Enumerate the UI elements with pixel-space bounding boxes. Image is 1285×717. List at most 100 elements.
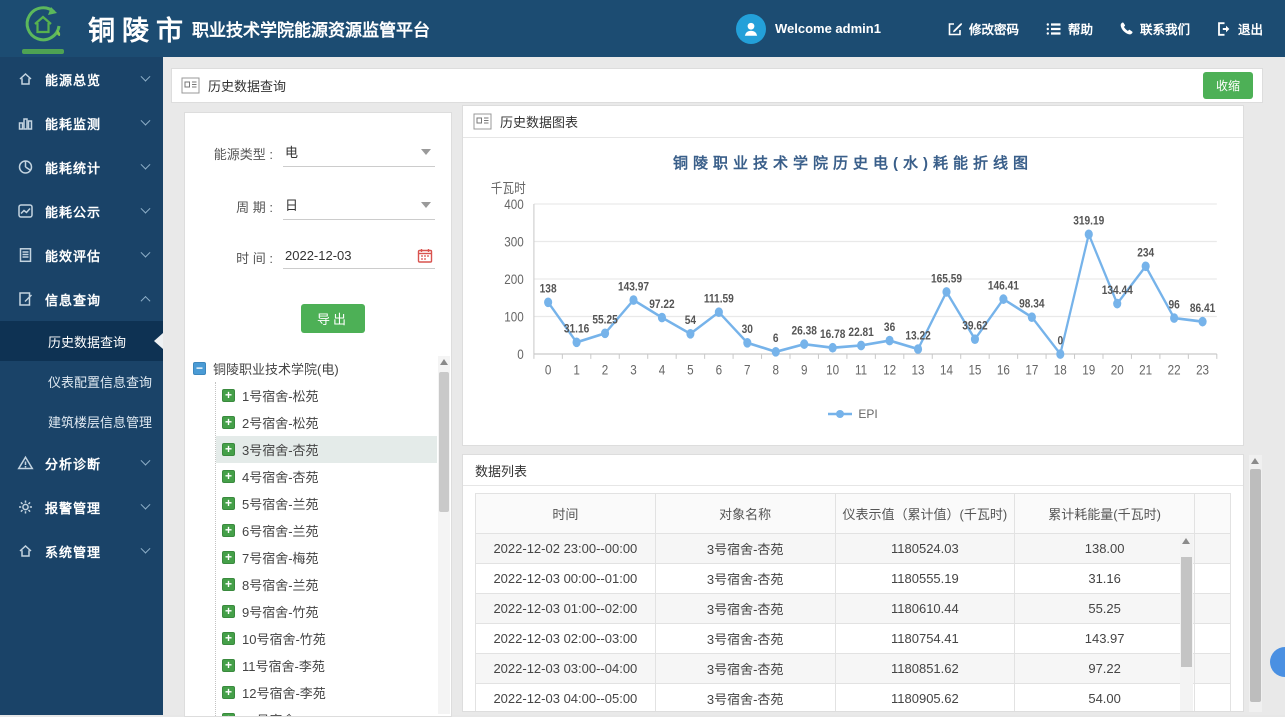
panel-scrollbar[interactable] — [1249, 455, 1262, 712]
table-row[interactable]: 2022-12-03 03:00--04:003号宿舍-杏苑1180851.62… — [476, 654, 1231, 684]
tree-node[interactable]: + 3号宿舍-杏苑 — [216, 436, 437, 463]
export-button[interactable]: 导出 — [301, 304, 365, 333]
expand-node-icon[interactable]: + — [222, 659, 235, 672]
table-cell: 1180524.03 — [835, 534, 1015, 564]
svg-text:98.34: 98.34 — [1019, 298, 1045, 311]
top-action-0[interactable]: 修改密码 — [947, 19, 1019, 38]
expand-node-icon[interactable]: + — [222, 578, 235, 591]
sidebar-subitem[interactable]: 历史数据查询 — [0, 321, 163, 361]
calendar-icon[interactable] — [417, 248, 433, 263]
expand-node-icon[interactable]: + — [222, 389, 235, 402]
expand-node-icon[interactable]: + — [222, 605, 235, 618]
chart-legend[interactable]: EPI — [477, 407, 1229, 421]
column-header[interactable]: 对象名称 — [655, 494, 835, 534]
svg-text:138: 138 — [540, 283, 557, 296]
building-tree: − 铜陵职业技术学院(电) + 1号宿舍-松苑+ 2号宿舍-松苑+ 3号宿舍-杏… — [193, 355, 437, 716]
tree-root-label: 铜陵职业技术学院(电) — [213, 359, 339, 378]
svg-text:8: 8 — [773, 362, 779, 378]
column-header[interactable]: 累计耗能量(千瓦时) — [1015, 494, 1195, 534]
tree-node[interactable]: + 8号宿舍-兰苑 — [216, 571, 437, 598]
sidebar-item-0[interactable]: 能源总览 — [0, 57, 163, 101]
panel-scroll-thumb[interactable] — [1250, 469, 1261, 702]
table-scrollbar[interactable] — [1180, 535, 1193, 712]
sidebar-subitem[interactable]: 仪表配置信息查询 — [0, 361, 163, 401]
scroll-up-icon[interactable] — [1251, 458, 1259, 464]
tree-node[interactable]: + 5号宿舍-兰苑 — [216, 490, 437, 517]
sidebar-item-8[interactable]: 系统管理 — [0, 529, 163, 573]
tree-node[interactable]: + 11号宿舍-李苑 — [216, 652, 437, 679]
expand-node-icon[interactable]: + — [222, 443, 235, 456]
collapse-button[interactable]: 收缩 — [1203, 72, 1253, 99]
top-action-2[interactable]: 联系我们 — [1119, 19, 1190, 38]
form-row-1: 周 期 : 日 — [201, 192, 435, 220]
sidebar-item-6[interactable]: 分析诊断 — [0, 441, 163, 485]
tree-scroll-thumb[interactable] — [439, 372, 449, 512]
scroll-up-icon[interactable] — [1182, 538, 1190, 544]
table-cell-empty — [1195, 624, 1231, 654]
table-cell: 3号宿舍-杏苑 — [655, 594, 835, 624]
expand-node-icon[interactable]: + — [222, 416, 235, 429]
tree-node[interactable]: + 10号宿舍-竹苑 — [216, 625, 437, 652]
expand-node-icon[interactable]: + — [222, 524, 235, 537]
expand-node-icon[interactable]: + — [222, 686, 235, 699]
user-avatar[interactable] — [736, 14, 766, 44]
sidebar-item-7[interactable]: 报警管理 — [0, 485, 163, 529]
sidebar-item-1[interactable]: 能耗监测 — [0, 101, 163, 145]
tree-node-label: 8号宿舍-兰苑 — [242, 575, 319, 594]
table-row[interactable]: 2022-12-03 02:00--03:003号宿舍-杏苑1180754.41… — [476, 624, 1231, 654]
chevron-down-icon — [141, 543, 151, 553]
table-cell-empty — [1195, 564, 1231, 594]
table-cell: 97.22 — [1015, 654, 1195, 684]
sidebar-item-2[interactable]: 能耗统计 — [0, 145, 163, 189]
select-field[interactable]: 日 — [283, 192, 435, 220]
expand-node-icon[interactable]: + — [222, 497, 235, 510]
tree-scrollbar[interactable] — [438, 356, 450, 714]
tree-node[interactable]: + 12号宿舍-李苑 — [216, 679, 437, 706]
sidebar-item-4[interactable]: 能效评估 — [0, 233, 163, 277]
top-action-3[interactable]: 退出 — [1216, 19, 1263, 38]
date-field[interactable]: 2022-12-03 — [283, 245, 435, 269]
expand-node-icon[interactable]: + — [222, 470, 235, 483]
table-cell: 2022-12-03 04:00--05:00 — [476, 684, 656, 713]
page-panel-header: 历史数据查询 收缩 — [171, 68, 1263, 103]
table-row[interactable]: 2022-12-03 00:00--01:003号宿舍-杏苑1180555.19… — [476, 564, 1231, 594]
tree-node[interactable]: + 7号宿舍-梅苑 — [216, 544, 437, 571]
svg-text:15: 15 — [968, 362, 981, 378]
dropdown-arrow-icon — [421, 149, 431, 155]
chevron-up-icon — [141, 295, 151, 305]
sidebar-item-5[interactable]: 信息查询 — [0, 277, 163, 321]
svg-text:7: 7 — [744, 362, 750, 378]
collapse-node-icon[interactable]: − — [193, 362, 206, 375]
table-row[interactable]: 2022-12-03 01:00--02:003号宿舍-杏苑1180610.44… — [476, 594, 1231, 624]
sidebar-item-3[interactable]: 能耗公示 — [0, 189, 163, 233]
tree-node-label: 1号宿舍-松苑 — [242, 386, 319, 405]
table-row[interactable]: 2022-12-03 04:00--05:003号宿舍-杏苑1180905.62… — [476, 684, 1231, 713]
tree-node[interactable]: + 1号宿舍-松苑 — [216, 382, 437, 409]
column-header[interactable]: 时间 — [476, 494, 656, 534]
tree-root[interactable]: − 铜陵职业技术学院(电) — [193, 355, 437, 382]
tree-node[interactable]: + 4号宿舍-杏苑 — [216, 463, 437, 490]
svg-text:319.19: 319.19 — [1073, 215, 1104, 228]
scroll-up-icon[interactable] — [440, 359, 448, 365]
sidebar-subitem[interactable]: 建筑楼层信息管理 — [0, 401, 163, 441]
expand-node-icon[interactable]: + — [222, 551, 235, 564]
tree-node[interactable]: + 2号宿舍-松苑 — [216, 409, 437, 436]
phone-icon — [1119, 21, 1134, 36]
tree-node-label: 4号宿舍-杏苑 — [242, 467, 319, 486]
data-table-header: 时间对象名称仪表示值（累计值）(千瓦时)累计耗能量(千瓦时) — [476, 494, 1231, 534]
top-action-label: 联系我们 — [1140, 19, 1190, 38]
page-title: 历史数据查询 — [208, 76, 286, 95]
table-scroll-thumb[interactable] — [1181, 557, 1192, 667]
table-row[interactable]: 2022-12-02 23:00--00:003号宿舍-杏苑1180524.03… — [476, 534, 1231, 564]
tree-node[interactable]: + 6号宿舍-兰苑 — [216, 517, 437, 544]
svg-text:234: 234 — [1137, 247, 1155, 260]
svg-text:5: 5 — [687, 362, 693, 378]
column-header[interactable]: 仪表示值（累计值）(千瓦时) — [835, 494, 1015, 534]
top-action-1[interactable]: 帮助 — [1045, 19, 1093, 38]
expand-node-icon[interactable]: + — [222, 632, 235, 645]
table-cell: 3号宿舍-杏苑 — [655, 684, 835, 713]
select-field[interactable]: 电 — [283, 139, 435, 167]
tree-node[interactable]: + 9号宿舍-竹苑 — [216, 598, 437, 625]
sidebar-subitem-label: 建筑楼层信息管理 — [48, 412, 152, 431]
tree-node-label: 9号宿舍-竹苑 — [242, 602, 319, 621]
